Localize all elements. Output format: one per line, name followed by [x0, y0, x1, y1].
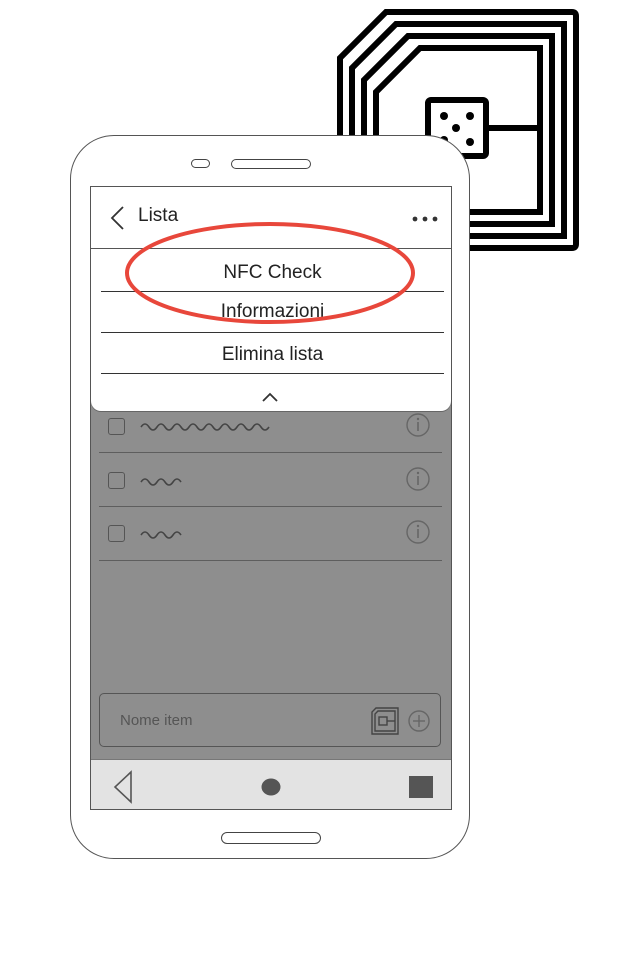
system-nav-bar: [91, 759, 451, 809]
phone-home-button: [221, 832, 321, 844]
item-checkbox[interactable]: [108, 525, 125, 542]
menu-divider: [101, 373, 444, 374]
add-icon[interactable]: [408, 710, 430, 732]
input-placeholder: Nome item: [120, 712, 193, 729]
item-text-squiggle: [140, 478, 182, 486]
item-checkbox[interactable]: [108, 418, 125, 435]
nav-recent-icon[interactable]: [409, 776, 433, 798]
chevron-up-icon[interactable]: [259, 389, 281, 405]
list-item[interactable]: [99, 453, 442, 507]
nav-back-icon[interactable]: [111, 770, 135, 804]
menu-item-elimina-lista[interactable]: Elimina lista: [101, 344, 444, 366]
highlight-annotation: [125, 222, 415, 324]
item-checkbox[interactable]: [108, 472, 125, 489]
menu-divider: [101, 332, 444, 333]
info-icon[interactable]: [406, 413, 430, 437]
item-name-input[interactable]: Nome item: [99, 693, 441, 747]
info-icon[interactable]: [406, 520, 430, 544]
phone-speaker: [231, 159, 311, 169]
list-item[interactable]: [99, 507, 442, 561]
phone-camera: [191, 159, 210, 168]
nav-home-icon[interactable]: [261, 778, 281, 796]
item-text-squiggle: [140, 423, 270, 431]
nfc-icon[interactable]: [371, 707, 399, 735]
info-icon[interactable]: [406, 467, 430, 491]
item-text-squiggle: [140, 531, 182, 539]
